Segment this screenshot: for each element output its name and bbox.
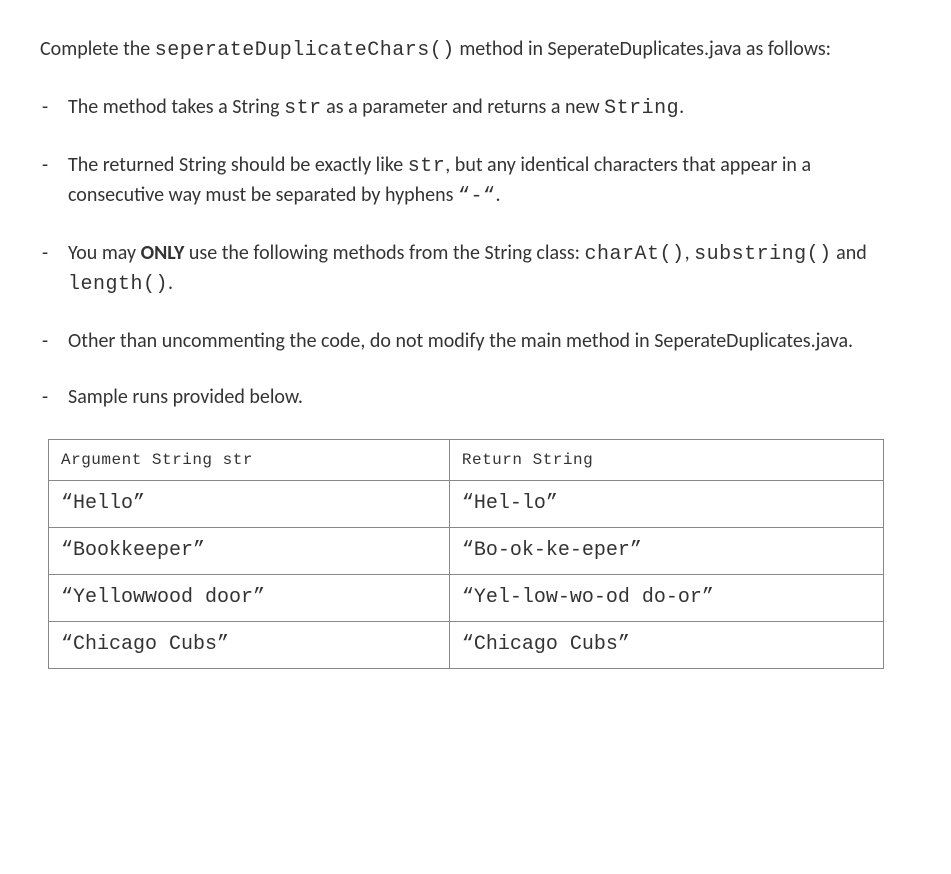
b3-text4: and	[832, 241, 867, 265]
sample-runs-table: Argument String str Return String “Hello…	[48, 439, 884, 669]
requirements-list: The method takes a String str as a param…	[40, 93, 911, 411]
b3-text5: .	[168, 271, 173, 295]
bullet-5: Sample runs provided below.	[40, 383, 911, 411]
b3-text1: You may	[68, 241, 141, 265]
bullet-3: You may ONLY use the following methods f…	[40, 239, 911, 299]
table-row: “Yellowwood door” “Yel-low-wo-od do-or”	[49, 575, 884, 622]
b3-bold: ONLY	[141, 241, 185, 265]
b2-text1: The returned String should be exactly li…	[68, 153, 408, 177]
table-row: “Hello” “Hel-lo”	[49, 481, 884, 528]
b2-code1: str	[408, 155, 446, 178]
cell-return: “Yel-low-wo-od do-or”	[449, 575, 883, 622]
b2-code2: “-“	[458, 185, 496, 208]
table-row: “Bookkeeper” “Bo-ok-ke-eper”	[49, 528, 884, 575]
b1-text3: .	[679, 95, 684, 119]
header-argument: Argument String str	[49, 440, 450, 481]
cell-return: “Hel-lo”	[449, 481, 883, 528]
b3-text3: ,	[685, 241, 695, 265]
cell-argument: “Chicago Cubs”	[49, 622, 450, 669]
table-row: “Chicago Cubs” “Chicago Cubs”	[49, 622, 884, 669]
b3-code1: charAt()	[585, 243, 685, 266]
bullet-1: The method takes a String str as a param…	[40, 93, 911, 123]
b3-code3: length()	[68, 273, 168, 296]
b3-code2: substring()	[694, 243, 832, 266]
b2-text3: .	[495, 183, 500, 207]
b1-text1: The method takes a String	[68, 95, 284, 119]
table-header-row: Argument String str Return String	[49, 440, 884, 481]
cell-return: “Bo-ok-ke-eper”	[449, 528, 883, 575]
bullet-4: Other than uncommenting the code, do not…	[40, 327, 911, 355]
b1-code2: String	[604, 97, 679, 120]
bullet-2: The returned String should be exactly li…	[40, 151, 911, 211]
intro-code: seperateDuplicateChars()	[155, 39, 455, 62]
header-return: Return String	[449, 440, 883, 481]
cell-argument: “Bookkeeper”	[49, 528, 450, 575]
intro-text-post: method in SeperateDuplicates.java as fol…	[455, 37, 831, 61]
cell-return: “Chicago Cubs”	[449, 622, 883, 669]
intro-paragraph: Complete the seperateDuplicateChars() me…	[40, 35, 911, 65]
intro-text-pre: Complete the	[40, 37, 155, 61]
b1-code1: str	[284, 97, 322, 120]
cell-argument: “Hello”	[49, 481, 450, 528]
b3-text2: use the following methods from the Strin…	[184, 241, 584, 265]
cell-argument: “Yellowwood door”	[49, 575, 450, 622]
b1-text2: as a parameter and returns a new	[322, 95, 605, 119]
